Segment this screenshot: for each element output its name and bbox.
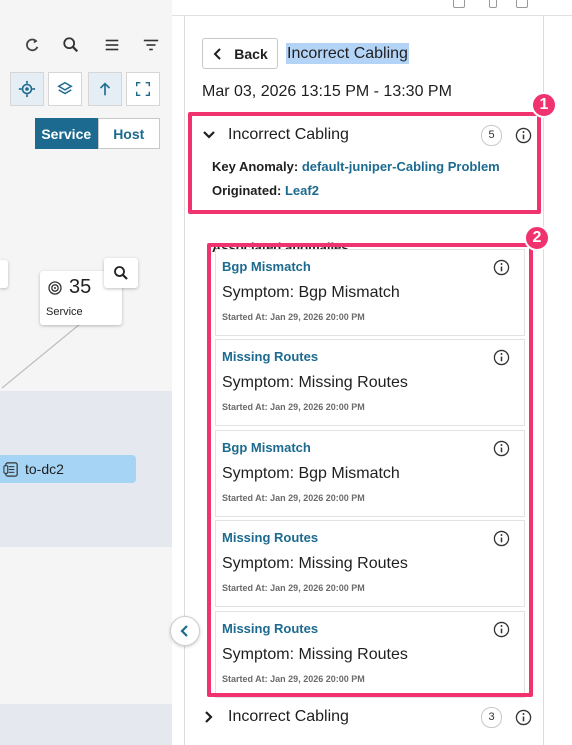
collapse-panel-button[interactable]	[170, 616, 200, 646]
service-node-icon	[48, 281, 62, 295]
anomaly-count-badge: 3	[481, 706, 502, 728]
callout-box-1	[188, 112, 541, 214]
chevron-right-icon	[205, 711, 213, 723]
locate-icon[interactable]	[10, 72, 44, 106]
view-controls	[10, 72, 160, 106]
filter-icon[interactable]	[140, 34, 162, 56]
window-control-icon[interactable]	[489, 0, 497, 8]
right-gutter	[544, 16, 572, 745]
search-icon[interactable]	[60, 34, 82, 56]
back-button[interactable]: Back	[202, 38, 278, 69]
callout-box-2	[207, 243, 533, 697]
host-toggle-button[interactable]: Host	[97, 118, 160, 149]
time-range: Mar 03, 2026 13:15 PM - 13:30 PM	[202, 83, 452, 100]
layers-icon[interactable]	[48, 72, 82, 106]
service-host-toggle: Service Host	[35, 118, 160, 149]
node-count: 35	[69, 276, 92, 298]
topology-node[interactable]	[0, 260, 8, 288]
arrow-up-icon[interactable]	[88, 72, 122, 106]
topology-pane: Service Host 35 Service to-dc2	[0, 0, 172, 745]
back-button-label: Back	[234, 45, 268, 62]
search-icon	[114, 266, 128, 280]
router-icon	[3, 461, 18, 477]
secondary-anomaly-accordion[interactable]: Incorrect Cabling 3	[202, 704, 532, 730]
node-label: Service	[46, 306, 83, 318]
refresh-icon[interactable]	[21, 34, 43, 56]
node-search-button[interactable]	[104, 258, 138, 288]
device-node[interactable]: to-dc2	[0, 455, 136, 483]
fullscreen-icon[interactable]	[126, 72, 160, 106]
panel-title: Incorrect Cabling	[286, 43, 409, 64]
info-icon[interactable]	[515, 709, 532, 726]
accordion-title: Incorrect Cabling	[228, 708, 349, 725]
window-control-icon[interactable]	[516, 0, 528, 8]
list-icon[interactable]	[101, 34, 123, 56]
topology-link	[1, 323, 81, 389]
chevron-left-icon	[213, 47, 221, 60]
topology-band	[0, 704, 172, 745]
window-control-icon[interactable]	[453, 0, 465, 8]
service-toggle-button[interactable]: Service	[35, 118, 98, 149]
callout-badge-2: 2	[524, 225, 550, 251]
callout-badge-1: 1	[531, 92, 557, 118]
device-label: to-dc2	[25, 461, 64, 477]
chevron-left-icon	[180, 625, 188, 637]
topology-toolbar	[0, 32, 172, 58]
